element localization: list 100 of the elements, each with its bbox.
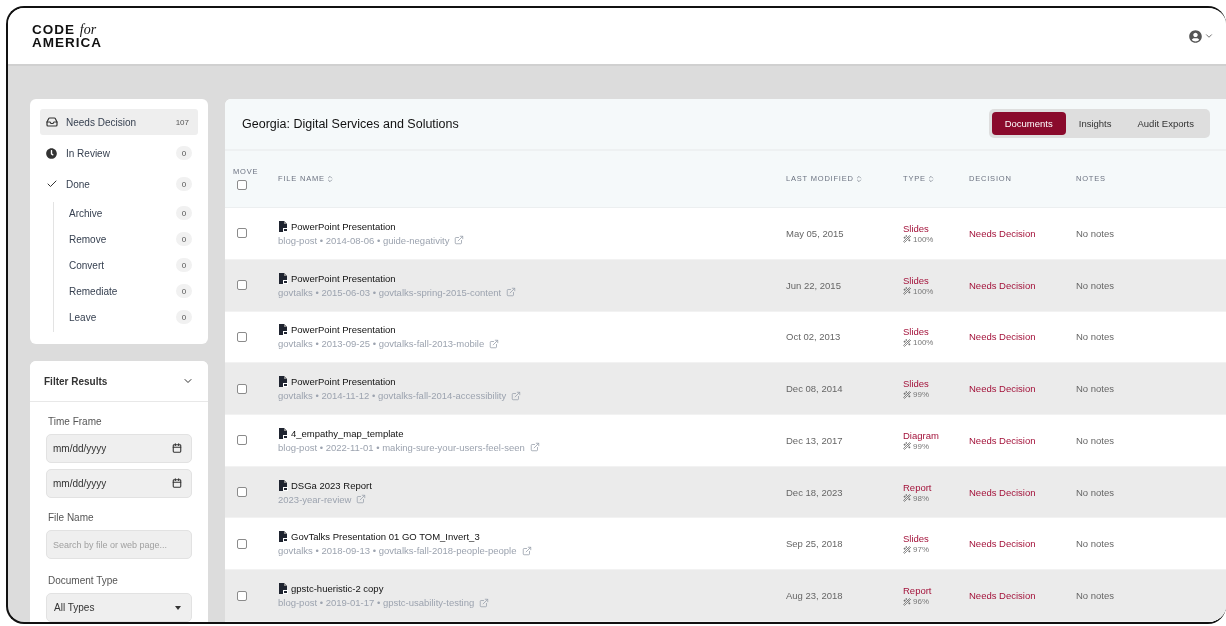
wand-icon — [903, 494, 911, 503]
sort-icon — [854, 174, 863, 183]
modified-date: Dec 13, 2017 — [786, 434, 844, 446]
decision: Needs Decision — [969, 486, 1037, 498]
status-nav-item[interactable]: Done 0 — [40, 171, 198, 197]
notes: No notes — [1076, 486, 1116, 498]
status-label: Remediate — [69, 285, 119, 297]
tab[interactable]: Audit Exports — [1124, 112, 1207, 136]
notes: No notes — [1076, 227, 1116, 239]
file-name[interactable]: DSGa 2023 Report — [291, 479, 372, 491]
external-link-icon[interactable] — [506, 287, 517, 298]
count: 0 — [176, 232, 192, 246]
notes: No notes — [1076, 538, 1116, 550]
wand-icon — [903, 442, 911, 451]
sort-icon — [325, 174, 334, 183]
decision: Needs Decision — [969, 227, 1037, 239]
chevron-down-icon — [1204, 31, 1214, 41]
date-field[interactable]: mm/dd/yyyy — [46, 469, 192, 498]
field-label: Time Frame — [48, 416, 103, 427]
checkbox[interactable] — [237, 487, 247, 498]
status-nav-item[interactable]: Remove 0 — [54, 228, 198, 250]
file-name[interactable]: PowerPoint Presentation — [291, 220, 396, 232]
panel-title: Georgia: Digital Services and Solutions — [242, 116, 459, 131]
file-meta: blog-post • 2014-08-06 • guide-negativity — [278, 234, 450, 246]
file-icon — [278, 479, 288, 491]
checkbox[interactable] — [237, 383, 247, 394]
decision: Needs Decision — [969, 590, 1037, 602]
status-nav-item[interactable]: Leave 0 — [54, 306, 198, 328]
status-label: Remove — [69, 233, 108, 245]
document-type: Slides — [903, 533, 930, 545]
tab[interactable]: Documents — [991, 112, 1066, 136]
field-label: File Name — [48, 512, 95, 523]
confidence: 97% — [913, 545, 929, 555]
file-name[interactable]: GovTalks Presentation 01 GO TOM_Invert_3 — [291, 531, 480, 543]
external-link-icon[interactable] — [521, 545, 532, 556]
count: 0 — [176, 146, 192, 160]
notes: No notes — [1076, 331, 1116, 343]
document-type-select[interactable]: All Types — [46, 593, 192, 622]
wand-icon — [903, 597, 911, 606]
wand-icon — [903, 545, 911, 554]
checkbox[interactable] — [237, 590, 247, 601]
filter-header[interactable]: Filter Results — [30, 361, 208, 402]
date-field[interactable]: mm/dd/yyyy — [46, 434, 192, 463]
decision: Needs Decision — [969, 383, 1037, 395]
file-icon — [278, 583, 288, 595]
file-icon — [278, 272, 288, 284]
modified-date: Oct 02, 2013 — [786, 331, 842, 343]
file-name[interactable]: PowerPoint Presentation — [291, 376, 396, 388]
status-nav-item[interactable]: Needs Decision 107 — [40, 109, 198, 135]
search-field[interactable]: Search by file or web page... — [46, 530, 192, 559]
file-name[interactable]: PowerPoint Presentation — [291, 324, 396, 336]
status-label: Archive — [69, 207, 104, 219]
checkbox[interactable] — [237, 180, 247, 191]
file-meta: govtalks • 2018-09-13 • govtalks-fall-2018-people-people — [278, 545, 517, 557]
confidence: 99% — [913, 441, 929, 451]
wand-icon — [903, 338, 911, 347]
decision: Needs Decision — [969, 434, 1037, 446]
status-nav-item[interactable]: In Review 0 — [40, 140, 198, 166]
external-link-icon[interactable] — [529, 442, 540, 453]
file-name[interactable]: 4_empathy_map_template — [291, 427, 404, 439]
document-type: Report — [903, 585, 933, 597]
sort-icon — [926, 174, 935, 183]
external-link-icon[interactable] — [511, 390, 522, 401]
external-link-icon[interactable] — [479, 597, 490, 608]
status-nav-item[interactable]: Convert 0 — [54, 254, 198, 276]
document-type: Slides — [903, 222, 930, 234]
confidence: 98% — [913, 493, 929, 503]
external-link-icon[interactable] — [454, 235, 465, 246]
status-label: Done — [66, 178, 91, 190]
status-nav-item[interactable]: Archive 0 — [54, 202, 198, 224]
checkbox[interactable] — [237, 331, 247, 342]
file-icon — [278, 220, 288, 232]
confidence: 100% — [913, 338, 934, 348]
file-icon — [278, 324, 288, 336]
logo-text: CODE for — [32, 23, 97, 36]
file-icon — [278, 531, 288, 543]
confidence: 100% — [913, 234, 934, 244]
status-nav-item[interactable]: Remediate 0 — [54, 280, 198, 302]
wand-icon — [903, 235, 911, 244]
checkbox[interactable] — [237, 280, 247, 291]
document-type: Diagram — [903, 429, 940, 441]
document-type: Slides — [903, 378, 930, 390]
tab[interactable]: Insights — [1065, 112, 1125, 136]
checkbox[interactable] — [237, 538, 247, 549]
confidence: 100% — [913, 286, 934, 296]
file-name[interactable]: gpstc-hueristic-2 copy — [291, 583, 384, 595]
notes: No notes — [1076, 434, 1116, 446]
checkbox[interactable] — [237, 435, 247, 446]
file-name[interactable]: PowerPoint Presentation — [291, 272, 396, 284]
file-meta: govtalks • 2014-11-12 • govtalks-fall-2014-accessibility — [278, 390, 507, 402]
wand-icon — [903, 390, 911, 399]
wand-icon — [903, 287, 911, 296]
count: 0 — [176, 206, 192, 220]
checkbox[interactable] — [237, 228, 247, 239]
count: 0 — [176, 258, 192, 272]
status-label: Convert — [69, 259, 105, 271]
notes: No notes — [1076, 383, 1116, 395]
caret-icon — [175, 605, 181, 610]
external-link-icon[interactable] — [489, 338, 500, 349]
external-link-icon[interactable] — [356, 494, 367, 505]
